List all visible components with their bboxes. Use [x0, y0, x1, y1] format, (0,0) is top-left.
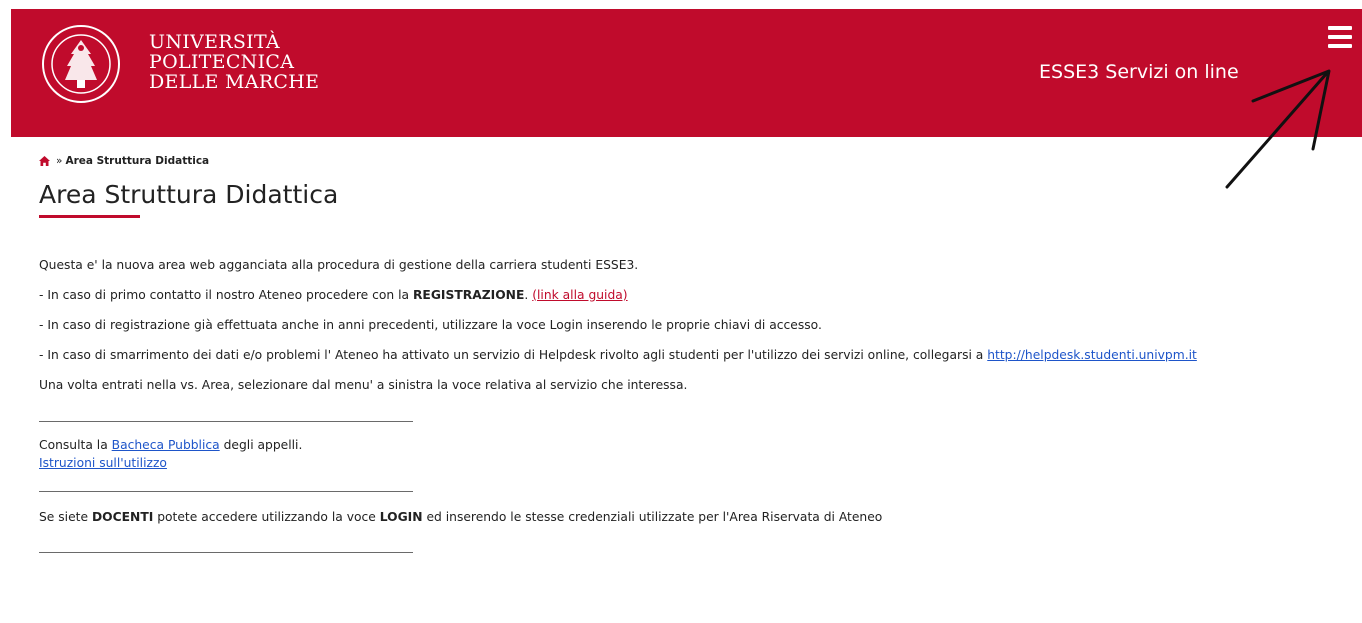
- menu-bar: [1328, 35, 1352, 39]
- istruzioni-line: Istruzioni sull'utilizzo: [39, 456, 167, 470]
- intro-text: Questa e' la nuova area web agganciata a…: [39, 258, 639, 272]
- university-name[interactable]: UNIVERSITÀ POLITECNICA DELLE MARCHE: [149, 32, 319, 92]
- bacheca-pubblica-link[interactable]: Bacheca Pubblica: [112, 438, 220, 452]
- first-contact-text: - In caso di primo contatto il nostro At…: [39, 288, 628, 302]
- page-title: Area Struttura Didattica: [39, 180, 339, 209]
- breadcrumb: » Area Struttura Didattica: [39, 155, 209, 167]
- docenti-part-1: Se siete: [39, 510, 92, 524]
- first-contact-prefix: - In caso di primo contatto il nostro At…: [39, 288, 413, 302]
- home-icon[interactable]: [39, 156, 50, 166]
- registered-text: - In caso di registrazione già effettuat…: [39, 318, 822, 332]
- divider: [39, 552, 413, 553]
- menu-bar: [1328, 26, 1352, 30]
- guide-link[interactable]: (link alla guida): [532, 288, 627, 302]
- docenti-text: Se siete DOCENTI potete accedere utilizz…: [39, 510, 882, 524]
- university-name-line-1: UNIVERSITÀ: [149, 31, 280, 53]
- menu-bar: [1328, 44, 1352, 48]
- first-contact-suffix: .: [524, 288, 533, 302]
- annotation-arrow-icon: [1225, 69, 1331, 189]
- hamburger-menu-icon[interactable]: [1328, 26, 1354, 52]
- divider: [39, 491, 413, 492]
- site-title: ESSE3 Servizi on line: [1039, 61, 1239, 83]
- breadcrumb-separator: »: [56, 155, 63, 167]
- docenti-part-3: ed inserendo le stesse credenziali utili…: [422, 510, 883, 524]
- bacheca-text: Consulta la Bacheca Pubblica degli appel…: [39, 438, 302, 452]
- site-header: UNIVERSITÀ POLITECNICA DELLE MARCHE ESSE…: [11, 9, 1362, 137]
- title-underline: [39, 215, 140, 218]
- helpdesk-text: - In caso di smarrimento dei dati e/o pr…: [39, 348, 1197, 362]
- istruzioni-link[interactable]: Istruzioni sull'utilizzo: [39, 456, 167, 470]
- registration-label: REGISTRAZIONE: [412, 288, 525, 302]
- docenti-part-2: potete accedere utilizzando la voce: [153, 510, 380, 524]
- bacheca-suffix: degli appelli.: [219, 438, 303, 452]
- divider: [39, 421, 413, 422]
- university-name-line-3: DELLE MARCHE: [149, 71, 320, 93]
- university-seal-icon[interactable]: [41, 24, 121, 104]
- helpdesk-link[interactable]: http://helpdesk.studenti.univpm.it: [987, 348, 1197, 362]
- bacheca-prefix: Consulta la: [39, 438, 112, 452]
- helpdesk-prefix: - In caso di smarrimento dei dati e/o pr…: [39, 348, 988, 362]
- university-name-line-2: POLITECNICA: [149, 51, 295, 73]
- docenti-label: DOCENTI: [91, 510, 154, 524]
- login-label: LOGIN: [379, 510, 423, 524]
- breadcrumb-current: Area Struttura Didattica: [65, 155, 210, 167]
- menu-hint-text: Una volta entrati nella vs. Area, selezi…: [39, 378, 688, 392]
